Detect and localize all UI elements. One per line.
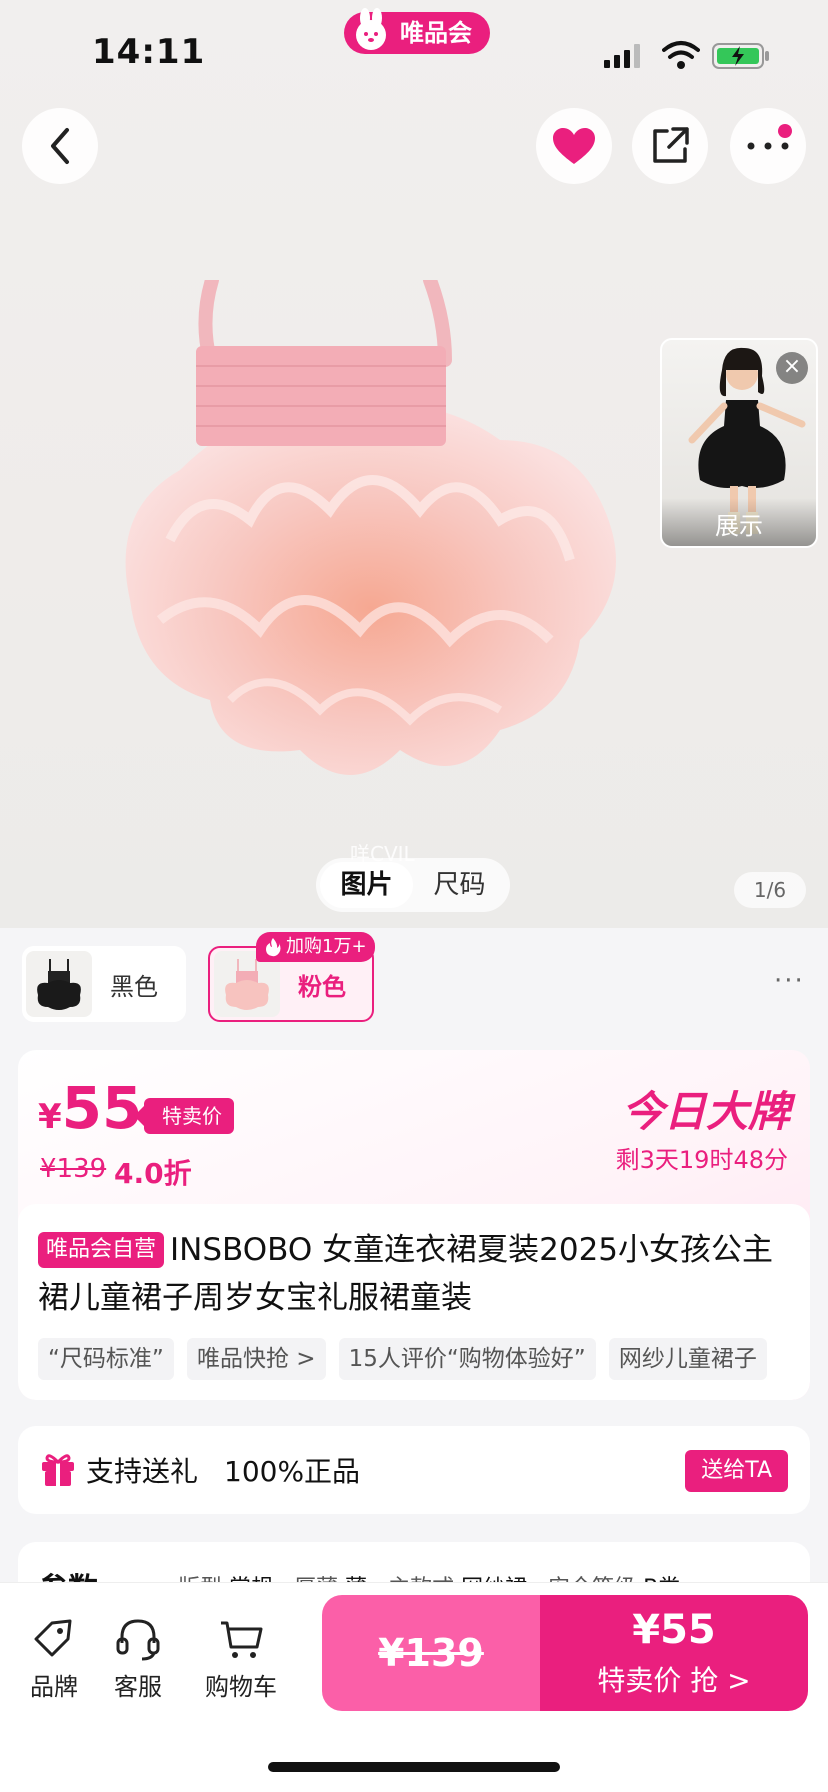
share-button[interactable] — [632, 108, 708, 184]
chip-reviews[interactable]: 15人评价“购物体验好” — [338, 1338, 596, 1380]
sale-price-tag: 特卖价 — [134, 1098, 234, 1134]
more-colors-button[interactable]: ··· — [774, 968, 805, 994]
bunny-logo-icon — [356, 8, 386, 50]
hot-sale-badge: 加购1万+ — [256, 932, 375, 962]
product-image-gallery[interactable]: 14:11 唯品会 × 展示 咩CVIL 图片 尺码 1/6 — [0, 0, 828, 928]
chip-size-standard[interactable]: “尺码标准” — [38, 1338, 174, 1380]
close-icon[interactable]: × — [776, 352, 808, 384]
cart-icon — [221, 1621, 263, 1658]
home-indicator — [268, 1762, 560, 1772]
tag-icon — [34, 1619, 72, 1657]
price-currency: ¥ — [38, 1097, 62, 1137]
purchase-buttons: ¥139 ¥55 特卖价 抢 > — [322, 1595, 808, 1711]
nav-brand[interactable]: 品牌 — [24, 1617, 84, 1702]
nav-cart[interactable]: 购物车 — [202, 1617, 280, 1702]
nav-cart-label: 购物车 — [205, 1673, 277, 1701]
color-label-black: 黑色 — [110, 972, 158, 1001]
color-selector: 黑色 粉色 加购1万+ ··· — [0, 928, 828, 1032]
media-tab-switch: 图片 尺码 — [316, 858, 510, 912]
brand-name: 唯品会 — [400, 19, 472, 47]
hot-sale-text: 加购1万+ — [286, 936, 367, 957]
headset-icon — [116, 1619, 160, 1661]
send-gift-button[interactable]: 送给TA — [685, 1450, 788, 1492]
price-card: ¥55 特卖价 ¥139 4.0折 今日大牌 剩3天19时48分 唯品会自营 IN… — [18, 1050, 810, 1400]
notification-dot — [778, 124, 792, 138]
nav-customer-service[interactable]: 客服 — [108, 1617, 168, 1702]
original-price: ¥139 — [40, 1154, 107, 1184]
genuine-guarantee-text: 100%正品 — [224, 1455, 361, 1488]
buy-now-button[interactable]: ¥55 特卖价 抢 > — [540, 1595, 808, 1711]
self-operated-badge: 唯品会自营 — [38, 1232, 165, 1268]
buy-now-label: 特卖价 抢 > — [597, 1664, 751, 1697]
favorite-button[interactable] — [536, 108, 612, 184]
black-dress-swatch — [26, 951, 92, 1017]
promo-countdown: 剩3天19时48分 — [615, 1146, 788, 1174]
bottom-action-bar: 品牌 客服 购物车 ¥139 ¥55 特卖价 抢 > — [0, 1582, 828, 1792]
tab-size[interactable]: 尺码 — [413, 862, 506, 908]
gift-support-text: 支持送礼 — [86, 1455, 199, 1488]
original-price-button[interactable]: ¥139 — [322, 1595, 540, 1711]
color-label-pink: 粉色 — [298, 972, 346, 1001]
back-button[interactable] — [22, 108, 98, 184]
share-icon — [653, 127, 689, 163]
model-thumbnail[interactable]: × 展示 — [660, 338, 818, 548]
discount-label: 4.0折 — [114, 1157, 192, 1190]
product-photo — [125, 280, 617, 775]
chip-flash-sale[interactable]: 唯品快抢 > — [186, 1338, 326, 1380]
more-icon — [747, 142, 789, 150]
signal-icon — [604, 44, 640, 68]
current-price: ¥55 — [38, 1074, 142, 1142]
chip-category[interactable]: 网纱儿童裙子 — [608, 1338, 767, 1380]
buy-now-price: ¥55 — [632, 1607, 716, 1653]
tag-chips: “尺码标准” 唯品快抢 > 15人评价“购物体验好” 网纱儿童裙子 — [38, 1338, 810, 1382]
heart-icon — [553, 128, 595, 164]
price-value: 55 — [61, 1074, 143, 1142]
flame-icon — [266, 938, 281, 957]
battery-icon — [712, 43, 769, 69]
gift-support-card: 支持送礼 100%正品 送给TA — [18, 1426, 810, 1514]
product-title: 唯品会自营 INSBOBO 女童连衣裙夏装2025小女孩公主裙儿童裙子周岁女宝礼服… — [38, 1226, 790, 1322]
image-page-counter: 1/6 — [734, 872, 806, 908]
status-time: 14:11 — [92, 32, 206, 72]
more-button[interactable] — [730, 108, 806, 184]
thumbnail-label: 展示 — [662, 498, 816, 546]
wifi-icon — [662, 41, 700, 69]
color-option-black[interactable]: 黑色 — [22, 946, 186, 1022]
status-bar: 14:11 唯品会 — [0, 0, 828, 100]
nav-service-label: 客服 — [114, 1673, 162, 1701]
back-icon — [51, 128, 69, 164]
nav-brand-label: 品牌 — [30, 1673, 78, 1701]
product-title-card: 唯品会自营 INSBOBO 女童连衣裙夏装2025小女孩公主裙儿童裙子周岁女宝礼服… — [18, 1204, 810, 1400]
tab-images[interactable]: 图片 — [320, 862, 413, 908]
gift-icon — [42, 1454, 74, 1486]
promo-title: 今日大牌 — [621, 1087, 790, 1136]
brand-pill: 唯品会 — [344, 8, 490, 54]
